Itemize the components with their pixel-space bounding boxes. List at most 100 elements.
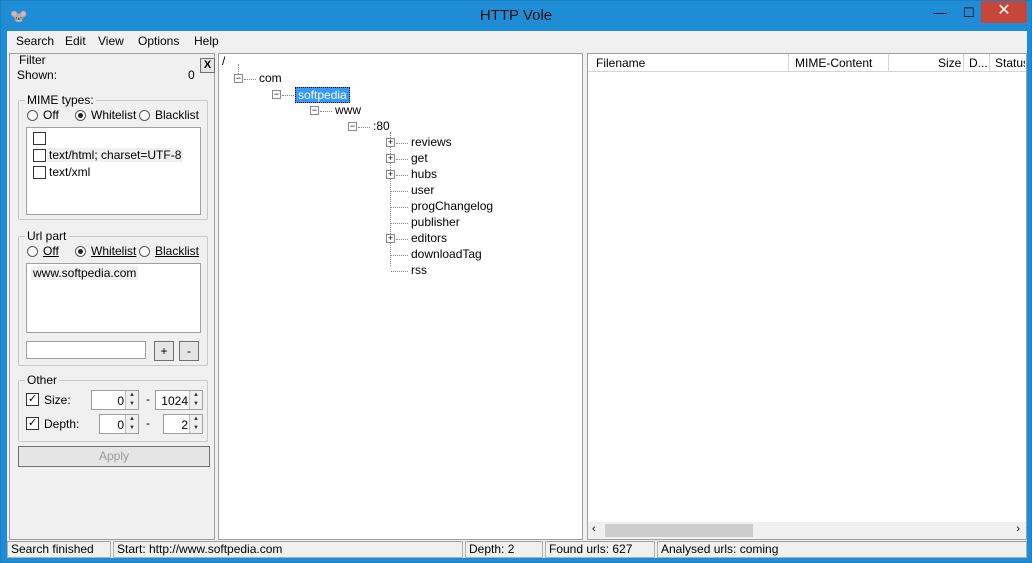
status-depth: Depth: 2 <box>465 541 543 558</box>
depth-dash: - <box>146 416 150 430</box>
url-blacklist-label: Blacklist <box>155 244 200 258</box>
column-divider[interactable] <box>963 54 964 72</box>
size-label: Size: <box>44 393 71 407</box>
filter-title: Filter <box>19 53 46 67</box>
minimize-button[interactable]: — <box>925 3 955 23</box>
tree-node-port[interactable]: :80 <box>373 119 390 133</box>
depth-min-spinner[interactable]: 0 ▲ ▼ <box>99 414 139 434</box>
tree-expand-icon[interactable]: + <box>386 170 395 179</box>
tree-connector <box>396 159 408 160</box>
tree-node-downloadtag[interactable]: downloadTag <box>411 247 482 261</box>
tree-node-get[interactable]: get <box>411 151 428 165</box>
menu-view[interactable]: View <box>98 34 124 48</box>
url-whitelist-radio[interactable] <box>75 246 86 257</box>
tree-node-rss[interactable]: rss <box>411 263 427 277</box>
depth-max-value: 2 <box>181 418 188 432</box>
column-filename[interactable]: Filename <box>596 56 645 70</box>
url-part-group: Url part Off Whitelist Blacklist www.sof… <box>18 229 208 366</box>
tree-node-hubs[interactable]: hubs <box>411 167 437 181</box>
tree-connector <box>391 255 408 256</box>
maximize-button[interactable]: ☐ <box>955 3 983 23</box>
tree-connector <box>391 223 408 224</box>
menu-edit[interactable]: Edit <box>65 34 86 48</box>
tree-collapse-icon[interactable]: − <box>234 74 243 83</box>
mime-blacklist-radio[interactable] <box>139 110 150 121</box>
size-min-arrows-icon[interactable]: ▲ ▼ <box>125 391 138 409</box>
tree-node-reviews[interactable]: reviews <box>411 135 452 149</box>
size-checkbox[interactable]: ✓ <box>26 393 39 406</box>
client-area: Search Edit View Options Help Filter Sho… <box>7 31 1027 558</box>
mime-item-checkbox-0[interactable] <box>33 132 46 145</box>
column-status[interactable]: Status <box>995 56 1025 70</box>
column-divider[interactable] <box>788 54 789 72</box>
mime-types-list[interactable]: text/html; charset=UTF-8 text/xml <box>26 127 201 215</box>
depth-max-arrows-icon[interactable]: ▲ ▼ <box>189 415 202 433</box>
mime-off-radio[interactable] <box>27 110 38 121</box>
depth-min-arrows-icon[interactable]: ▲ ▼ <box>125 415 138 433</box>
depth-checkbox[interactable]: ✓ <box>26 417 39 430</box>
shown-label: Shown: <box>17 68 58 82</box>
tree-connector <box>396 143 408 144</box>
close-button[interactable]: ✕ <box>981 1 1027 23</box>
tree-node-www[interactable]: www <box>335 103 361 117</box>
mime-item-checkbox-2[interactable] <box>33 166 46 179</box>
url-list-view[interactable]: Filename MIME-Content Size D... Status ‹… <box>587 53 1027 540</box>
tree-collapse-icon[interactable]: − <box>272 90 281 99</box>
tree-connector <box>396 175 408 176</box>
mime-types-group: MIME types: Off Whitelist Blacklist text… <box>18 93 208 220</box>
filter-close-button[interactable]: X <box>200 58 215 73</box>
tree-root[interactable]: / <box>222 54 225 68</box>
filter-panel: Filter Shown: 0 X MIME types: Off Whitel… <box>9 53 215 540</box>
url-remove-button[interactable]: - <box>179 341 199 361</box>
tree-connector <box>244 79 256 80</box>
column-divider[interactable] <box>989 54 990 72</box>
tree-collapse-icon[interactable]: − <box>348 122 357 131</box>
menu-options[interactable]: Options <box>138 34 179 48</box>
column-divider[interactable] <box>888 54 889 72</box>
menu-help[interactable]: Help <box>194 34 219 48</box>
status-bar: Search finished Start: http://www.softpe… <box>7 541 1027 558</box>
url-part-item-0[interactable]: www.softpedia.com <box>31 266 139 280</box>
size-max-value: 1024 <box>161 394 188 408</box>
other-group: Other ✓ Size: 0 ▲ ▼ - 1024 ▲ ▼ ✓ Depth: 0 … <box>18 373 208 442</box>
size-max-spinner[interactable]: 1024 ▲ ▼ <box>155 390 203 410</box>
depth-max-spinner[interactable]: 2 ▲ ▼ <box>163 414 203 434</box>
tree-expand-icon[interactable]: + <box>386 234 395 243</box>
tree-expand-icon[interactable]: + <box>386 138 395 147</box>
column-mime-content[interactable]: MIME-Content <box>795 56 872 70</box>
mime-whitelist-radio[interactable] <box>75 110 86 121</box>
tree-connector <box>396 239 408 240</box>
tree-node-editors[interactable]: editors <box>411 231 447 245</box>
apply-button[interactable]: Apply <box>18 446 210 467</box>
mime-item-checkbox-1[interactable] <box>33 149 46 162</box>
size-min-spinner[interactable]: 0 ▲ ▼ <box>91 390 139 410</box>
url-part-input[interactable] <box>26 341 146 359</box>
tree-collapse-icon[interactable]: − <box>310 106 319 115</box>
size-max-arrows-icon[interactable]: ▲ ▼ <box>189 391 202 409</box>
tree-node-softpedia[interactable]: softpedia <box>295 87 350 103</box>
column-depth[interactable]: D... <box>969 56 988 70</box>
url-part-list[interactable]: www.softpedia.com <box>26 263 201 333</box>
tree-connector <box>282 95 294 96</box>
url-part-title: Url part <box>25 229 69 243</box>
tree-node-com[interactable]: com <box>259 71 282 85</box>
column-size[interactable]: Size <box>938 56 961 70</box>
tree-expand-icon[interactable]: + <box>386 154 395 163</box>
url-off-radio[interactable] <box>27 246 38 257</box>
tree-connector <box>358 127 370 128</box>
tree-connector <box>391 207 408 208</box>
tree-connector <box>391 271 408 272</box>
scrollbar-thumb[interactable] <box>605 524 753 537</box>
tree-node-progchangelog[interactable]: progChangelog <box>411 199 493 213</box>
url-blacklist-radio[interactable] <box>139 246 150 257</box>
scroll-right-icon[interactable]: › <box>1016 523 1020 535</box>
scroll-left-icon[interactable]: ‹ <box>592 523 596 535</box>
status-found-urls: Found urls: 627 <box>545 541 655 558</box>
tree-node-publisher[interactable]: publisher <box>411 215 460 229</box>
horizontal-scrollbar[interactable]: ‹ › <box>588 522 1026 539</box>
menu-search[interactable]: Search <box>16 34 54 48</box>
status-analysed-urls: Analysed urls: coming <box>657 541 1027 558</box>
tree-node-user[interactable]: user <box>411 183 434 197</box>
url-tree[interactable]: / − com − softpedia − www − :80 + review… <box>218 53 583 540</box>
url-add-button[interactable]: + <box>154 341 174 361</box>
